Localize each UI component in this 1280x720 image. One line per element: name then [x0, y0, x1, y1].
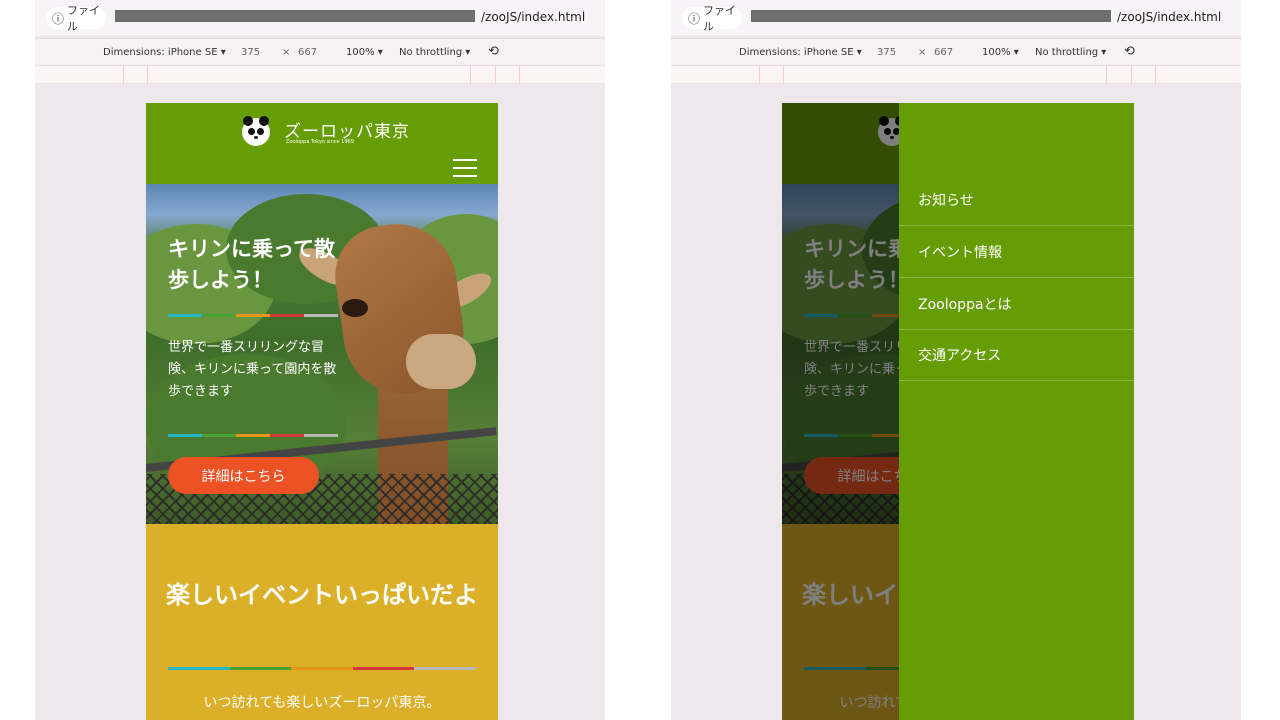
- times-sign: ×: [282, 47, 291, 58]
- address-bar[interactable]: ⓘ ファイル /zooJS/index.html: [671, 0, 1241, 36]
- width-input[interactable]: 375: [241, 47, 260, 58]
- width-input[interactable]: 375: [877, 47, 896, 58]
- menu-item-access[interactable]: 交通アクセス: [899, 329, 1134, 381]
- color-stripe: [168, 667, 476, 670]
- media-query-ruler[interactable]: [671, 66, 1241, 84]
- phone-viewport: ズーロッパ東京 Zooloppa Tokyo since 1969 キリンに乗っ…: [782, 103, 1134, 720]
- hamburger-menu-icon[interactable]: [453, 159, 477, 179]
- site-info-button[interactable]: ⓘ ファイル: [46, 4, 106, 33]
- throttle-select[interactable]: No throttling ▾: [1035, 47, 1106, 58]
- site-header: ズーロッパ東京 Zooloppa Tokyo since 1969: [146, 103, 498, 184]
- redacted-url: [115, 10, 475, 22]
- event-title: 楽しいイベントいっぱいだよ: [166, 581, 478, 609]
- rotate-icon[interactable]: ⟲: [1124, 44, 1135, 59]
- site-info-label: ファイル: [703, 4, 737, 33]
- menu-item-about[interactable]: Zooloppaとは: [899, 278, 1134, 330]
- times-sign: ×: [918, 47, 927, 58]
- hero-section: キリンに乗って散歩しよう！ 世界で一番スリリングな冒険、キリンに乗って園内を散歩…: [146, 184, 498, 524]
- event-section: 楽しいイベントいっぱいだよ いつ訪れても楽しいズーロッパ東京。: [146, 524, 498, 720]
- address-bar[interactable]: ⓘ ファイル /zooJS/index.html: [35, 0, 605, 36]
- height-input[interactable]: 667: [934, 47, 953, 58]
- device-toolbar: Dimensions: iPhone SE ▾ 375 × 667 100% ▾…: [35, 38, 605, 66]
- panda-logo-icon[interactable]: [242, 116, 270, 146]
- devtools-pane-open-menu: ⓘ ファイル /zooJS/index.html Dimensions: iPh…: [671, 0, 1241, 720]
- nav-drawer: お知らせ イベント情報 Zooloppaとは 交通アクセス: [899, 103, 1134, 720]
- phone-viewport: ズーロッパ東京 Zooloppa Tokyo since 1969 キリンに乗っ…: [146, 103, 498, 720]
- info-icon: ⓘ: [52, 11, 65, 26]
- device-toolbar: Dimensions: iPhone SE ▾ 375 × 667 100% ▾…: [671, 38, 1241, 66]
- height-input[interactable]: 667: [298, 47, 317, 58]
- devtools-pane-closed-menu: ⓘ ファイル /zooJS/index.html Dimensions: iPh…: [35, 0, 605, 720]
- site-info-button[interactable]: ⓘ ファイル: [682, 4, 742, 33]
- dimensions-select[interactable]: Dimensions: iPhone SE ▾: [739, 47, 862, 58]
- info-icon: ⓘ: [688, 11, 701, 26]
- site-info-label: ファイル: [67, 4, 101, 33]
- details-button[interactable]: 詳細はこちら: [168, 457, 319, 494]
- media-query-ruler[interactable]: [35, 66, 605, 84]
- menu-item-events[interactable]: イベント情報: [899, 226, 1134, 278]
- zoom-select[interactable]: 100% ▾: [346, 47, 383, 58]
- redacted-url: [751, 10, 1111, 22]
- hero-text: 世界で一番スリリングな冒険、キリンに乗って園内を散歩できます: [168, 340, 337, 399]
- color-stripe: [168, 314, 338, 317]
- url-text: /zooJS/index.html: [1117, 10, 1222, 24]
- rotate-icon[interactable]: ⟲: [488, 44, 499, 59]
- menu-item-news[interactable]: お知らせ: [899, 174, 1134, 226]
- dimensions-select[interactable]: Dimensions: iPhone SE ▾: [103, 47, 226, 58]
- url-text: /zooJS/index.html: [481, 10, 586, 24]
- logo-tagline: Zooloppa Tokyo since 1969: [286, 139, 354, 145]
- event-text: いつ訪れても楽しいズーロッパ東京。: [203, 695, 441, 711]
- color-stripe: [168, 434, 338, 437]
- throttle-select[interactable]: No throttling ▾: [399, 47, 470, 58]
- hero-title: キリンに乗って散歩しよう！: [168, 237, 335, 292]
- zoom-select[interactable]: 100% ▾: [982, 47, 1019, 58]
